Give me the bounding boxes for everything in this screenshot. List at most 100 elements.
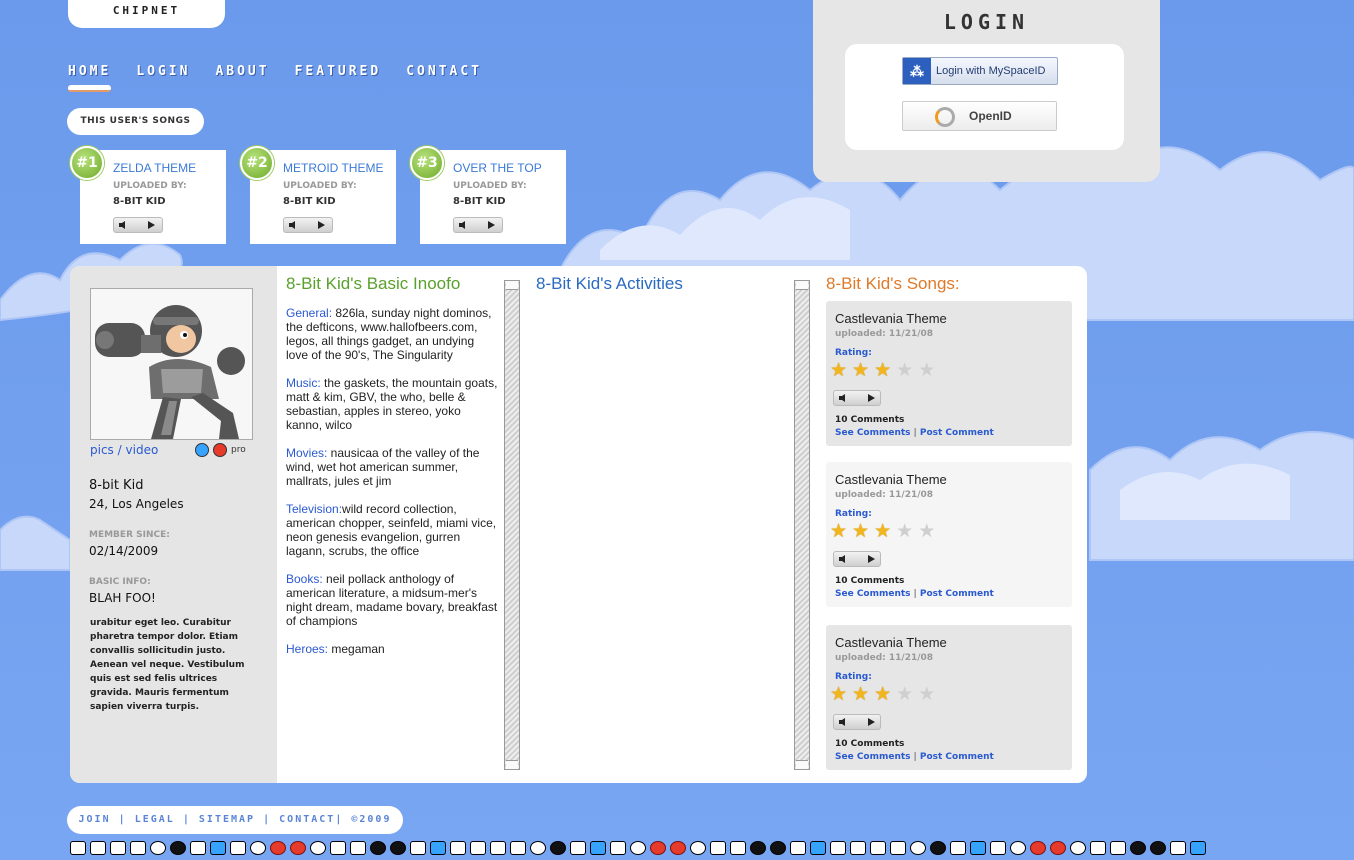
song-name[interactable]: Castlevania Theme [835,472,947,487]
login-panel: LOGIN ⁂ Login with MySpaceID OpenID [813,0,1160,182]
pixel-sprite-icon [550,841,566,855]
song-title-link[interactable]: OVER THE TOP [453,161,542,175]
play-icon[interactable] [488,221,495,229]
star-rating[interactable]: ★ ★ ★ ★ ★ [830,360,935,380]
pixel-sprite-icon [830,841,846,855]
pixel-sprite-icon [150,841,166,855]
speaker-icon[interactable] [839,394,845,402]
link-separator: / [117,443,122,457]
star-rating[interactable]: ★ ★ ★ ★ ★ [830,521,935,541]
nav-login[interactable]: LOGIN [136,64,190,94]
audio-player[interactable] [833,714,881,730]
uploaded-by-label: UPLOADED BY: [283,181,357,191]
song-upload-date: uploaded: 11/21/08 [835,653,934,663]
rating-label: Rating: [835,672,872,682]
rating-label: Rating: [835,509,872,519]
uploader-name[interactable]: 8-BIT KID [113,196,166,207]
activities-title: 8-Bit Kid's Activities [536,274,683,293]
nav-contact[interactable]: CONTACT [406,64,482,94]
nav-home[interactable]: HOME [68,64,112,94]
star-icon[interactable]: ★ [896,360,913,380]
pixel-sprite-icon [190,841,206,855]
star-icon[interactable]: ★ [830,521,847,541]
uploader-name[interactable]: 8-BIT KID [283,196,336,207]
post-comment-link[interactable]: Post Comment [920,752,994,762]
star-icon[interactable]: ★ [918,684,935,704]
star-icon[interactable]: ★ [874,521,891,541]
profile-name: 8-bit Kid [89,478,144,493]
info-key: Movies: [286,446,328,460]
star-icon[interactable]: ★ [918,360,935,380]
speaker-icon[interactable] [839,718,845,726]
basic-info-list: General: 826la, sunday night dominos, th… [286,306,498,670]
footer-legal-link[interactable]: LEGAL [135,814,175,825]
song-item: Castlevania Theme uploaded: 11/21/08 Rat… [826,301,1072,446]
myspace-login-label: Login with MySpaceID [936,65,1046,77]
profile-badges: pro [195,443,246,457]
song-title-link[interactable]: ZELDA THEME [113,161,196,175]
avatar[interactable] [90,288,253,440]
uploader-name[interactable]: 8-BIT KID [453,196,506,207]
star-icon[interactable]: ★ [830,360,847,380]
pixel-sprite-icon [290,841,306,855]
activities-scrollbar[interactable] [794,280,810,770]
footer-join-link[interactable]: JOIN [79,814,111,825]
audio-player[interactable] [833,551,881,567]
basic-info-scrollbar[interactable] [504,280,520,770]
video-link[interactable]: video [126,443,159,457]
footer-contact-link[interactable]: CONTACT [279,814,335,825]
pics-link[interactable]: pics [90,443,114,457]
star-icon[interactable]: ★ [896,684,913,704]
audio-player[interactable] [283,217,333,233]
star-icon[interactable]: ★ [918,521,935,541]
pixel-sprite-icon [1050,841,1066,855]
nav-featured[interactable]: FEATURED [295,64,382,94]
pixel-sprite-icon [270,841,286,855]
play-icon[interactable] [868,555,875,563]
info-television: Television:wild record collection, ameri… [286,502,498,558]
see-comments-link[interactable]: See Comments [835,428,911,438]
see-comments-link[interactable]: See Comments [835,589,911,599]
star-icon[interactable]: ★ [896,521,913,541]
star-icon[interactable]: ★ [874,360,891,380]
pixel-sprite-icon [130,841,146,855]
footer-separator: | [263,814,272,825]
star-icon[interactable]: ★ [852,684,869,704]
play-icon[interactable] [148,221,155,229]
myspace-login-button[interactable]: ⁂ Login with MySpaceID [902,57,1058,85]
post-comment-link[interactable]: Post Comment [920,428,994,438]
audio-player[interactable] [833,390,881,406]
pixel-sprite-icon [430,841,446,855]
speaker-icon[interactable] [839,555,845,563]
footer-sitemap-link[interactable]: SITEMAP [199,814,255,825]
speaker-icon[interactable] [459,221,465,229]
comment-links: See Comments | Post Comment [835,589,994,599]
pixel-sprite-icon [390,841,406,855]
pixel-sprite-icon [810,841,826,855]
info-key: Music: [286,376,321,390]
song-name[interactable]: Castlevania Theme [835,311,947,326]
openid-login-button[interactable]: OpenID [902,101,1057,131]
nav-about[interactable]: ABOUT [215,64,269,94]
audio-player[interactable] [113,217,163,233]
star-rating[interactable]: ★ ★ ★ ★ ★ [830,684,935,704]
star-icon[interactable]: ★ [852,521,869,541]
play-icon[interactable] [868,718,875,726]
play-icon[interactable] [868,394,875,402]
post-comment-link[interactable]: Post Comment [920,589,994,599]
play-icon[interactable] [318,221,325,229]
speaker-icon[interactable] [289,221,295,229]
song-name[interactable]: Castlevania Theme [835,635,947,650]
megaman-avatar-image [91,289,252,439]
star-icon[interactable]: ★ [830,684,847,704]
song-title-link[interactable]: METROID THEME [283,161,383,175]
star-icon[interactable]: ★ [874,684,891,704]
audio-player[interactable] [453,217,503,233]
see-comments-link[interactable]: See Comments [835,752,911,762]
site-logo[interactable]: CHIPNET [68,0,225,28]
comment-count: 10 Comments [835,739,905,749]
info-heroes: Heroes: megaman [286,642,498,656]
star-icon[interactable]: ★ [852,360,869,380]
pixel-sprite-icon [1090,841,1106,855]
speaker-icon[interactable] [119,221,125,229]
